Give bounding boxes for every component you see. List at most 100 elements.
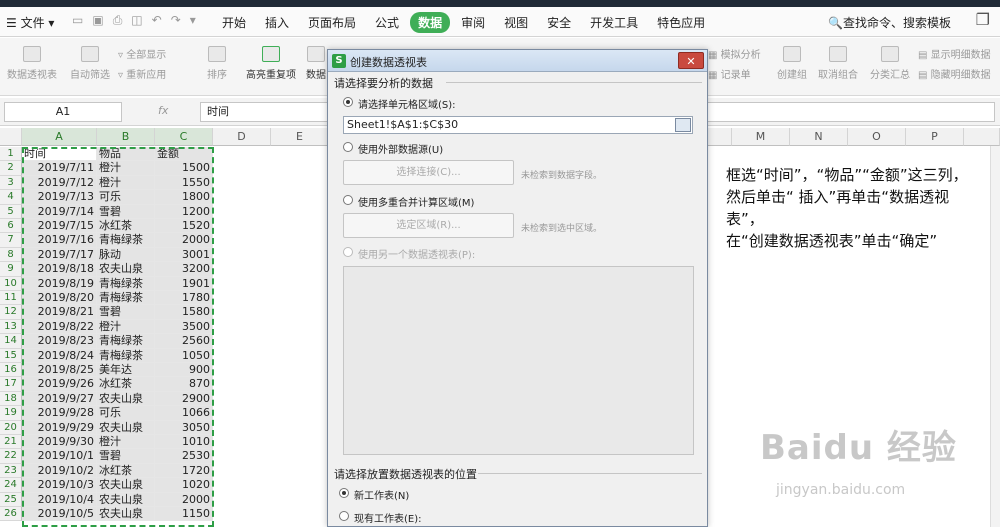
row-header[interactable]: 1 — [0, 147, 22, 162]
cell-item[interactable]: 雪碧 — [97, 305, 155, 320]
sort-button[interactable]: 排序 — [196, 46, 238, 81]
data-tools-button[interactable]: 数据 — [304, 46, 328, 81]
record-button[interactable]: ▦ 记录单 — [708, 66, 751, 81]
radio-other-pivot[interactable] — [343, 247, 353, 257]
row-header[interactable]: 3 — [0, 175, 22, 191]
row-header[interactable]: 8 — [0, 247, 22, 263]
cell-date[interactable]: 2019/9/30 — [22, 435, 97, 450]
pivot-table-button[interactable]: 数据透视表 — [6, 46, 58, 81]
header-cell[interactable]: 时间 — [22, 147, 97, 162]
row-header[interactable]: 2 — [0, 161, 22, 176]
collapse-range-icon[interactable] — [675, 118, 691, 132]
command-search[interactable]: 🔍查找命令、搜索模板 — [828, 14, 951, 31]
redo-icon[interactable]: ↷ — [171, 13, 181, 28]
row-header[interactable]: 10 — [0, 276, 22, 291]
tab-view[interactable]: 视图 — [496, 12, 536, 33]
cell-amount[interactable]: 1066 — [155, 406, 213, 421]
cell-date[interactable]: 2019/9/29 — [22, 420, 97, 435]
cell-date[interactable]: 2019/8/20 — [22, 291, 97, 306]
radio-existing-sheet[interactable] — [339, 511, 349, 521]
open-icon[interactable]: ▭ — [72, 13, 83, 28]
col-header-d[interactable]: D — [213, 128, 271, 146]
save-icon[interactable]: ▣ — [92, 13, 103, 28]
radio-external-source[interactable] — [343, 142, 353, 152]
col-header-o[interactable]: O — [848, 128, 906, 146]
cell-amount[interactable]: 1200 — [155, 204, 213, 219]
simulate-button[interactable]: ▦ 模拟分析 — [708, 46, 761, 61]
cell-date[interactable]: 2019/10/2 — [22, 463, 97, 479]
create-group-button[interactable]: 创建组 — [774, 46, 810, 81]
vertical-scrollbar[interactable] — [990, 146, 1000, 527]
tab-data[interactable]: 数据 — [410, 12, 451, 33]
row-header[interactable]: 12 — [0, 305, 22, 320]
row-header[interactable]: 24 — [0, 478, 22, 493]
row-header[interactable]: 9 — [0, 262, 22, 277]
row-header[interactable]: 25 — [0, 492, 22, 507]
cell-amount[interactable]: 1500 — [155, 161, 213, 176]
cell-date[interactable]: 2019/10/1 — [22, 449, 97, 464]
cell-amount[interactable]: 2000 — [155, 233, 213, 248]
cell-amount[interactable]: 1901 — [155, 276, 213, 291]
cell-amount[interactable]: 3500 — [155, 319, 213, 335]
row-header[interactable]: 11 — [0, 291, 22, 306]
cell-amount[interactable]: 870 — [155, 377, 213, 392]
header-cell[interactable]: 金额 — [155, 147, 213, 162]
restore-icon[interactable]: ❐ — [976, 10, 990, 29]
cell-item[interactable]: 脉动 — [97, 247, 155, 263]
cell-item[interactable]: 雪碧 — [97, 204, 155, 219]
cell-item[interactable]: 青梅绿茶 — [97, 276, 155, 291]
col-header-l[interactable] — [708, 128, 732, 146]
reapply-button[interactable]: ▿ 重新应用 — [118, 66, 166, 81]
col-header-b[interactable]: B — [97, 128, 155, 146]
tab-insert[interactable]: 插入 — [257, 12, 297, 33]
cell-item[interactable]: 橙汁 — [97, 319, 155, 335]
col-header-c[interactable]: C — [155, 128, 213, 146]
cell-date[interactable]: 2019/10/5 — [22, 507, 97, 522]
cell-amount[interactable]: 1010 — [155, 435, 213, 450]
cell-amount[interactable]: 2000 — [155, 492, 213, 507]
cell-amount[interactable]: 1800 — [155, 190, 213, 205]
select-all-corner[interactable] — [0, 128, 22, 146]
row-header[interactable]: 13 — [0, 319, 22, 335]
cell-item[interactable]: 冰红茶 — [97, 377, 155, 392]
radio-new-sheet[interactable] — [339, 488, 349, 498]
cell-item[interactable]: 橙汁 — [97, 161, 155, 176]
more-icon[interactable]: ▾ — [190, 13, 196, 28]
cell-item[interactable]: 冰红茶 — [97, 219, 155, 234]
cell-date[interactable]: 2019/7/15 — [22, 219, 97, 234]
cell-amount[interactable]: 1020 — [155, 478, 213, 493]
col-header-a[interactable]: A — [22, 128, 97, 146]
file-menu[interactable]: ☰ 文件 ▾ — [6, 14, 54, 31]
cell-item[interactable]: 雪碧 — [97, 449, 155, 464]
row-header[interactable]: 18 — [0, 391, 22, 407]
header-cell[interactable]: 物品 — [97, 147, 155, 162]
row-header[interactable]: 5 — [0, 204, 22, 219]
row-header[interactable]: 4 — [0, 190, 22, 205]
cell-amount[interactable]: 1720 — [155, 463, 213, 479]
cell-item[interactable]: 农夫山泉 — [97, 478, 155, 493]
cell-item[interactable]: 青梅绿茶 — [97, 348, 155, 363]
cell-amount[interactable]: 1550 — [155, 175, 213, 191]
cell-item[interactable]: 青梅绿茶 — [97, 233, 155, 248]
cell-amount[interactable]: 900 — [155, 363, 213, 378]
ungroup-button[interactable]: 取消组合 — [814, 46, 862, 81]
cell-date[interactable]: 2019/8/22 — [22, 319, 97, 335]
highlight-duplicates-button[interactable]: 高亮重复项 — [244, 46, 298, 81]
row-header[interactable]: 23 — [0, 463, 22, 479]
cell-amount[interactable]: 1150 — [155, 507, 213, 522]
cell-date[interactable]: 2019/8/18 — [22, 262, 97, 277]
col-header-p[interactable]: P — [906, 128, 964, 146]
cell-date[interactable]: 2019/7/13 — [22, 190, 97, 205]
cell-item[interactable]: 青梅绿茶 — [97, 291, 155, 306]
cell-amount[interactable]: 1580 — [155, 305, 213, 320]
row-header[interactable]: 6 — [0, 219, 22, 234]
cell-amount[interactable]: 1780 — [155, 291, 213, 306]
close-button[interactable]: ✕ — [678, 52, 704, 69]
cell-date[interactable]: 2019/7/16 — [22, 233, 97, 248]
cell-amount[interactable]: 1520 — [155, 219, 213, 234]
cell-date[interactable]: 2019/8/25 — [22, 363, 97, 378]
cell-item[interactable]: 农夫山泉 — [97, 507, 155, 522]
col-header-e[interactable]: E — [271, 128, 329, 146]
cell-date[interactable]: 2019/10/4 — [22, 492, 97, 507]
cell-item[interactable]: 冰红茶 — [97, 463, 155, 479]
